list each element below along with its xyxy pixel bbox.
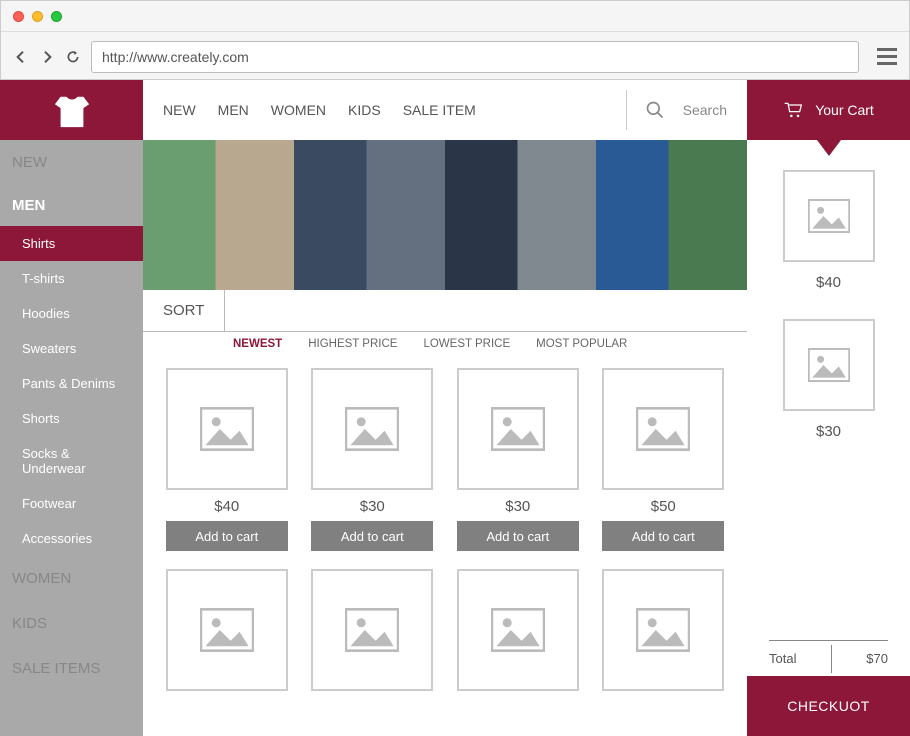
nav-link-women[interactable]: WOMEN [271, 102, 326, 118]
cart-total: Total $70 [769, 640, 888, 676]
product-grid: $40 Add to cart $30 Add to cart $30 Add … [143, 360, 747, 719]
sidebar: NEW MEN ShirtsT-shirtsHoodiesSweatersPan… [0, 140, 143, 736]
image-placeholder-icon [345, 608, 399, 652]
sidebar-sub-accessories[interactable]: Accessories [0, 521, 143, 556]
back-icon[interactable] [13, 49, 29, 65]
nav-link-kids[interactable]: KIDS [348, 102, 381, 118]
image-placeholder-icon [345, 407, 399, 451]
image-placeholder-icon [808, 348, 850, 382]
product-image[interactable] [166, 569, 288, 691]
product-card [600, 569, 728, 699]
checkout-button[interactable]: CHECKUOT [747, 676, 910, 736]
sidebar-item-kids[interactable]: KIDS [0, 601, 143, 646]
reload-icon[interactable] [65, 49, 81, 65]
cart-item: $30 [769, 319, 888, 458]
browser-chrome: http://www.creately.com [0, 0, 910, 80]
minimize-dot[interactable] [32, 11, 43, 22]
image-placeholder-icon [636, 407, 690, 451]
sort-label: SORT [143, 290, 225, 331]
cart-header-label: Your Cart [815, 102, 874, 118]
sidebar-sub-hoodies[interactable]: Hoodies [0, 296, 143, 331]
logo[interactable] [0, 80, 143, 140]
product-price: $30 [360, 498, 385, 515]
image-placeholder-icon [808, 199, 850, 233]
sidebar-sub-socks-underwear[interactable]: Socks & Underwear [0, 436, 143, 486]
product-image[interactable] [311, 569, 433, 691]
cart-item-image[interactable] [783, 319, 875, 411]
product-image[interactable] [457, 368, 579, 490]
top-navigation: NEW MEN WOMEN KIDS SALE ITEM Search [143, 80, 747, 140]
product-price: $30 [505, 498, 530, 515]
image-placeholder-icon [491, 608, 545, 652]
total-label: Total [769, 651, 796, 666]
image-placeholder-icon [491, 407, 545, 451]
product-image[interactable] [166, 368, 288, 490]
cart-item: $40 [769, 170, 888, 309]
forward-icon[interactable] [39, 49, 55, 65]
product-card: $40 Add to cart [163, 368, 291, 551]
add-to-cart-button[interactable]: Add to cart [166, 521, 288, 551]
tshirt-icon [53, 91, 91, 129]
product-card: $30 Add to cart [309, 368, 437, 551]
sidebar-sub-pants-denims[interactable]: Pants & Denims [0, 366, 143, 401]
browser-toolbar: http://www.creately.com [1, 31, 909, 81]
sidebar-sub-t-shirts[interactable]: T-shirts [0, 261, 143, 296]
product-image[interactable] [602, 569, 724, 691]
product-card: $30 Add to cart [454, 368, 582, 551]
sort-option-lowest-price[interactable]: LOWEST PRICE [423, 338, 510, 360]
sidebar-item-sale-items[interactable]: SALE ITEMS [0, 646, 143, 691]
image-placeholder-icon [636, 608, 690, 652]
sidebar-sub-shirts[interactable]: Shirts [0, 226, 143, 261]
total-value: $70 [866, 651, 888, 666]
window-titlebar [1, 1, 909, 31]
url-bar[interactable]: http://www.creately.com [91, 41, 859, 73]
product-image[interactable] [457, 569, 579, 691]
image-placeholder-icon [200, 407, 254, 451]
sidebar-sub-footwear[interactable]: Footwear [0, 486, 143, 521]
maximize-dot[interactable] [51, 11, 62, 22]
add-to-cart-button[interactable]: Add to cart [311, 521, 433, 551]
cart-pointer [747, 140, 910, 160]
sort-option-highest-price[interactable]: HIGHEST PRICE [308, 338, 397, 360]
product-card [454, 569, 582, 699]
sidebar-item-women[interactable]: WOMEN [0, 556, 143, 601]
image-placeholder-icon [200, 608, 254, 652]
close-dot[interactable] [13, 11, 24, 22]
nav-link-men[interactable]: MEN [218, 102, 249, 118]
cart-item-price: $30 [816, 423, 841, 440]
product-card [163, 569, 291, 699]
hero-banner [143, 140, 747, 290]
search-placeholder: Search [683, 102, 727, 118]
sort-option-most-popular[interactable]: MOST POPULAR [536, 338, 627, 360]
product-price: $40 [214, 498, 239, 515]
product-card: $50 Add to cart [600, 368, 728, 551]
search-area[interactable]: Search [626, 90, 727, 130]
add-to-cart-button[interactable]: Add to cart [457, 521, 579, 551]
cart-icon [783, 101, 803, 119]
product-price: $50 [651, 498, 676, 515]
sort-option-newest[interactable]: NEWEST [233, 338, 282, 360]
cart-panel: Your Cart $40 $30 Total $70 CHECKUOT [747, 80, 910, 736]
product-card [309, 569, 437, 699]
product-image[interactable] [602, 368, 724, 490]
cart-header[interactable]: Your Cart [747, 80, 910, 140]
sort-bar: SORT [143, 290, 747, 332]
search-icon [645, 100, 665, 120]
url-text: http://www.creately.com [102, 49, 249, 65]
product-image[interactable] [311, 368, 433, 490]
sidebar-sub-sweaters[interactable]: Sweaters [0, 331, 143, 366]
sort-options: NEWEST HIGHEST PRICE LOWEST PRICE MOST POPU… [143, 332, 747, 360]
add-to-cart-button[interactable]: Add to cart [602, 521, 724, 551]
nav-link-sale-item[interactable]: SALE ITEM [403, 102, 476, 118]
sidebar-sub-shorts[interactable]: Shorts [0, 401, 143, 436]
cart-item-image[interactable] [783, 170, 875, 262]
cart-item-price: $40 [816, 274, 841, 291]
sidebar-item-new[interactable]: NEW [0, 140, 143, 185]
menu-icon[interactable] [877, 48, 897, 65]
sidebar-item-men[interactable]: MEN [0, 185, 143, 226]
nav-link-new[interactable]: NEW [163, 102, 196, 118]
